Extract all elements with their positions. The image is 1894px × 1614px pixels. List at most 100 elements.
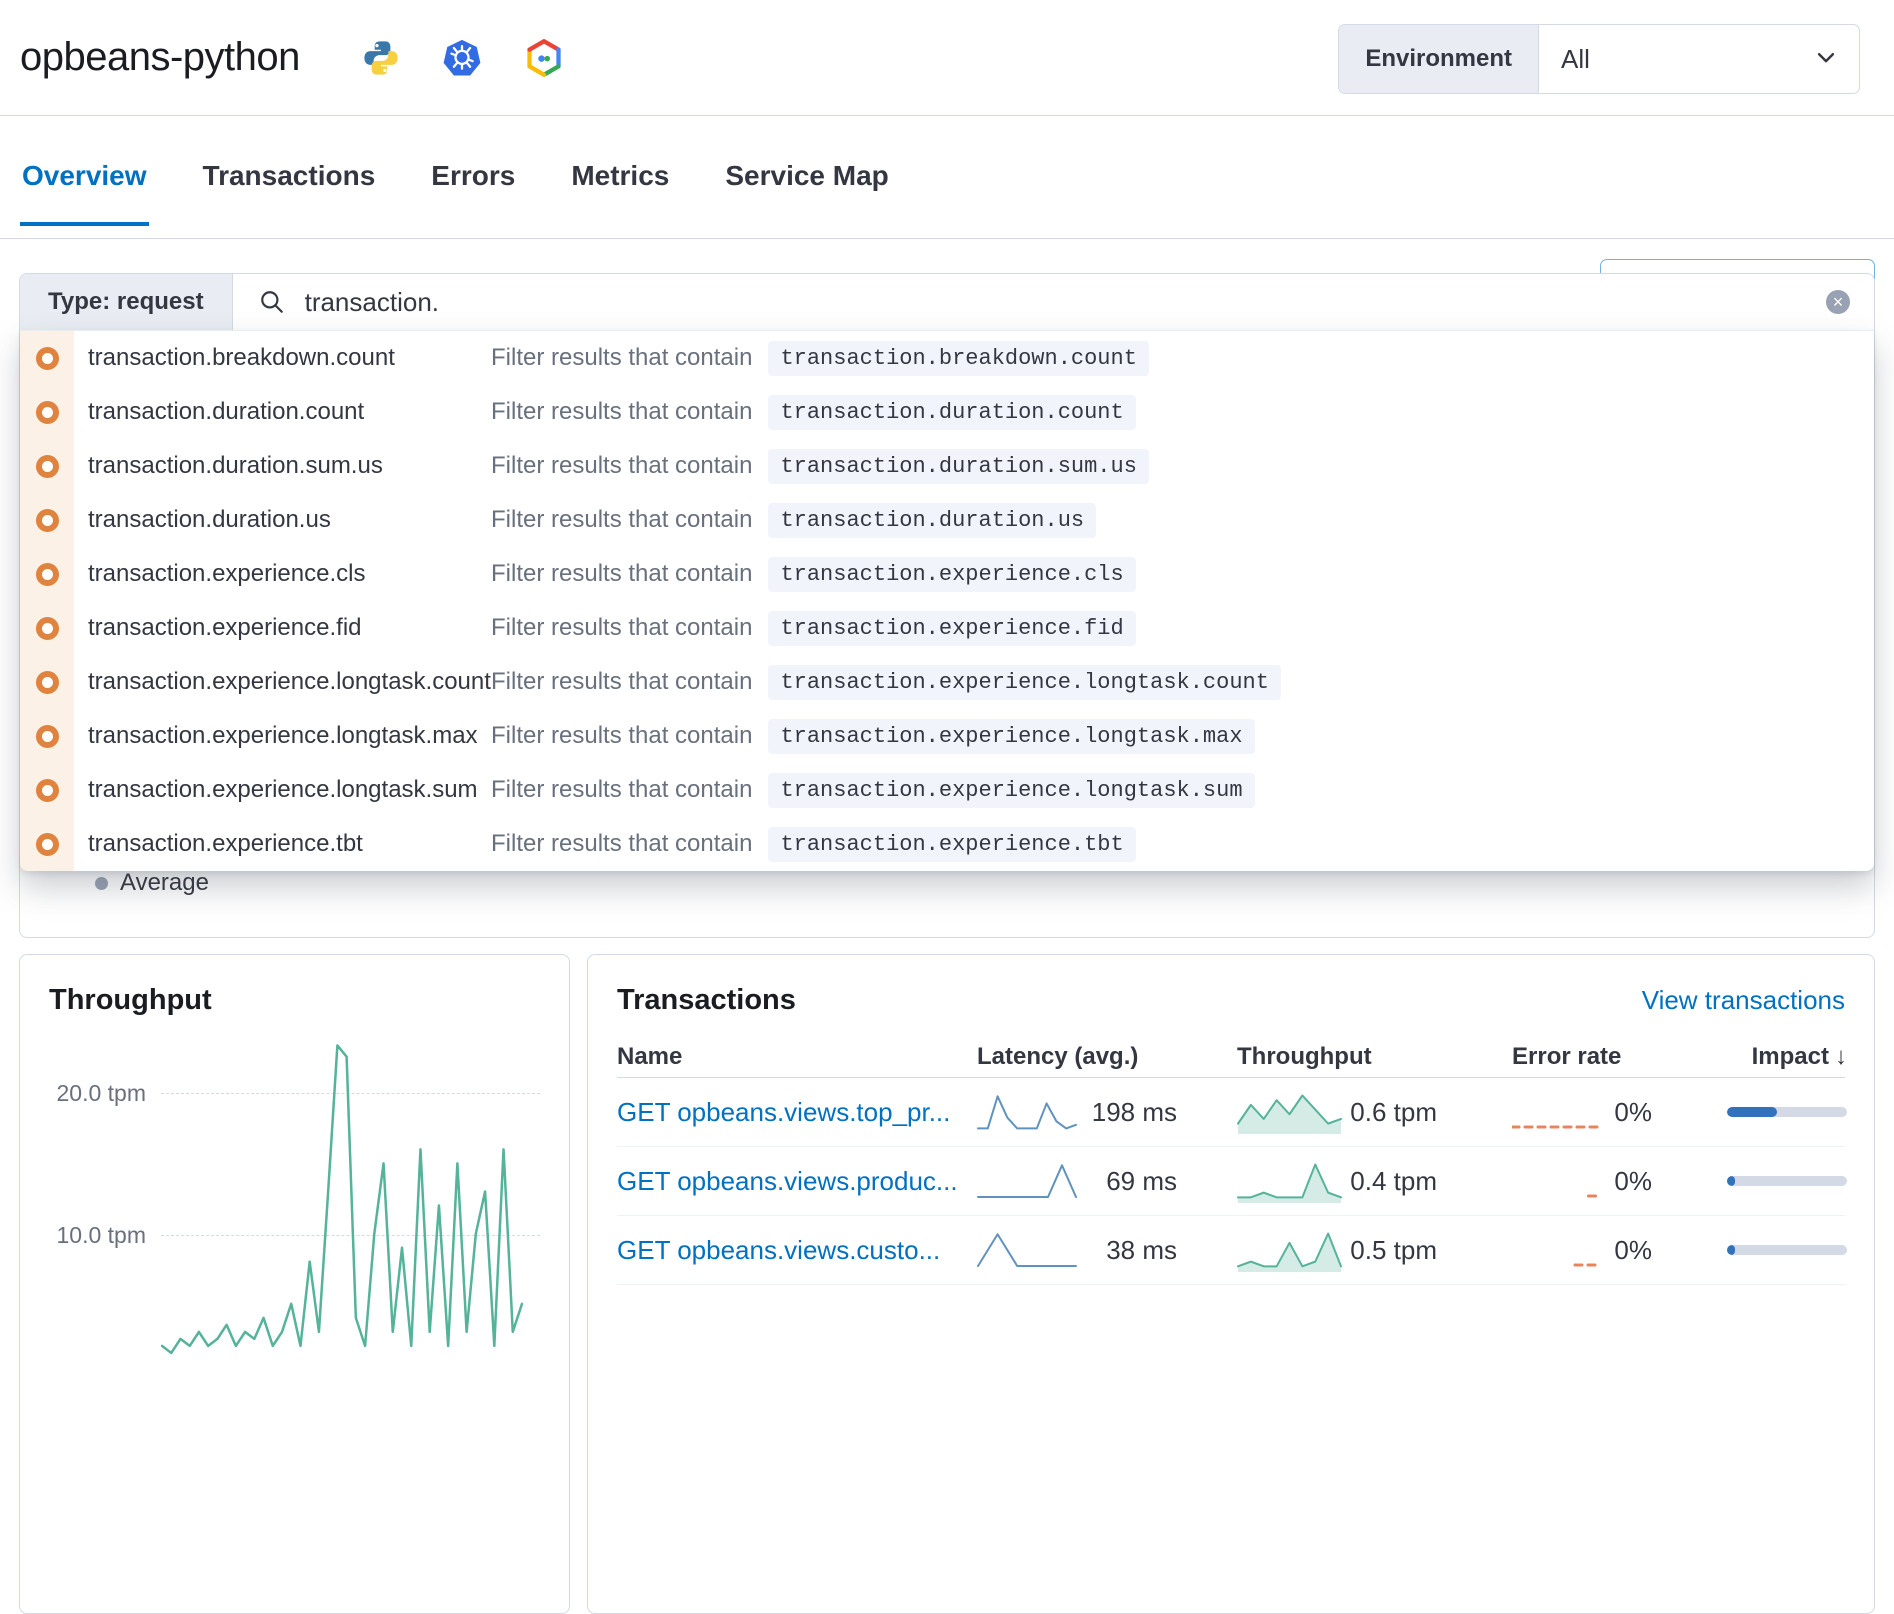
tab-metrics[interactable]: Metrics bbox=[569, 116, 671, 226]
suggestion-code: transaction.experience.cls bbox=[768, 557, 1135, 592]
suggestion-description: Filter results that contain bbox=[491, 398, 752, 426]
field-icon bbox=[20, 493, 74, 547]
suggestion-field: transaction.experience.cls bbox=[88, 560, 491, 588]
chart-legend-average[interactable]: Average bbox=[95, 869, 209, 897]
col-impact[interactable]: Impact ↓ bbox=[1727, 1043, 1847, 1071]
field-icon bbox=[20, 655, 74, 709]
tab-overview[interactable]: Overview bbox=[20, 116, 149, 226]
field-icon bbox=[20, 547, 74, 601]
suggestion-field: transaction.duration.count bbox=[88, 398, 491, 426]
suggestion-item[interactable]: transaction.experience.cls Filter result… bbox=[20, 547, 1874, 601]
chevron-down-icon bbox=[1815, 44, 1837, 75]
throughput-chart bbox=[161, 1028, 523, 1376]
suggestion-description: Filter results that contain bbox=[491, 344, 752, 372]
field-icon bbox=[20, 439, 74, 493]
suggestion-code: transaction.experience.fid bbox=[768, 611, 1135, 646]
suggestion-field: transaction.experience.longtask.count bbox=[88, 668, 491, 696]
search-input[interactable] bbox=[303, 286, 1826, 319]
throughput-sparkline bbox=[1237, 1089, 1342, 1135]
clear-search-icon[interactable]: × bbox=[1826, 290, 1850, 314]
suggestion-description: Filter results that contain bbox=[491, 722, 752, 750]
table-row: GET opbeans.views.custo... 38 ms 0.5 tpm… bbox=[617, 1216, 1845, 1285]
suggestion-code: transaction.experience.longtask.count bbox=[768, 665, 1280, 700]
tab-errors[interactable]: Errors bbox=[429, 116, 517, 226]
transaction-link[interactable]: GET opbeans.views.produc... bbox=[617, 1166, 957, 1197]
sort-descending-icon: ↓ bbox=[1835, 1043, 1847, 1071]
latency-value: 69 ms bbox=[1077, 1166, 1177, 1197]
error-rate-value: 0% bbox=[1602, 1166, 1652, 1197]
field-icon bbox=[20, 709, 74, 763]
suggestion-field: transaction.experience.longtask.sum bbox=[88, 776, 491, 804]
suggestion-description: Filter results that contain bbox=[491, 560, 752, 588]
col-throughput[interactable]: Throughput bbox=[1237, 1043, 1437, 1071]
legend-dot-icon bbox=[95, 877, 108, 890]
suggestion-field: transaction.experience.longtask.max bbox=[88, 722, 491, 750]
error-rate-sparkline bbox=[1512, 1094, 1602, 1130]
latency-value: 198 ms bbox=[1077, 1097, 1177, 1128]
col-name[interactable]: Name bbox=[617, 1043, 957, 1071]
throughput-title: Throughput bbox=[49, 984, 540, 1017]
chart-panel: Type: request × transaction.breakdown.co… bbox=[19, 273, 1875, 938]
suggestion-item[interactable]: transaction.experience.tbt Filter result… bbox=[20, 817, 1874, 871]
impact-bar bbox=[1727, 1245, 1847, 1255]
google-cloud-icon bbox=[524, 38, 564, 78]
suggestion-description: Filter results that contain bbox=[491, 506, 752, 534]
impact-bar bbox=[1727, 1176, 1847, 1186]
suggestion-item[interactable]: transaction.experience.longtask.sum Filt… bbox=[20, 763, 1874, 817]
error-rate-value: 0% bbox=[1602, 1097, 1652, 1128]
suggestion-field: transaction.breakdown.count bbox=[88, 344, 491, 372]
environment-value: All bbox=[1561, 44, 1590, 75]
suggestion-code: transaction.duration.count bbox=[768, 395, 1135, 430]
transaction-link[interactable]: GET opbeans.views.custo... bbox=[617, 1235, 957, 1266]
col-latency[interactable]: Latency (avg.) bbox=[977, 1043, 1177, 1071]
tab-service-map[interactable]: Service Map bbox=[723, 116, 890, 226]
error-rate-sparkline bbox=[1512, 1163, 1602, 1199]
suggestion-item[interactable]: transaction.duration.count Filter result… bbox=[20, 385, 1874, 439]
col-error-rate[interactable]: Error rate bbox=[1512, 1043, 1652, 1071]
suggestion-item[interactable]: transaction.duration.us Filter results t… bbox=[20, 493, 1874, 547]
error-rate-value: 0% bbox=[1602, 1235, 1652, 1266]
service-title: opbeans-python bbox=[20, 35, 300, 80]
error-rate-sparkline bbox=[1512, 1232, 1602, 1268]
suggestion-description: Filter results that contain bbox=[491, 452, 752, 480]
environment-control: Environment All bbox=[1338, 24, 1860, 94]
latency-sparkline bbox=[977, 1228, 1077, 1272]
impact-bar bbox=[1727, 1107, 1847, 1117]
suggestion-item[interactable]: transaction.experience.longtask.max Filt… bbox=[20, 709, 1874, 763]
suggestion-code: transaction.experience.longtask.sum bbox=[768, 773, 1254, 808]
suggestion-code: transaction.duration.sum.us bbox=[768, 449, 1148, 484]
environment-select[interactable]: All bbox=[1539, 25, 1859, 93]
throughput-sparkline bbox=[1237, 1158, 1342, 1204]
kubernetes-icon bbox=[442, 38, 482, 78]
suggestion-item[interactable]: transaction.experience.longtask.count Fi… bbox=[20, 655, 1874, 709]
suggestion-item[interactable]: transaction.duration.sum.us Filter resul… bbox=[20, 439, 1874, 493]
suggestion-field: transaction.duration.sum.us bbox=[88, 452, 491, 480]
environment-label: Environment bbox=[1339, 25, 1539, 93]
overview-cards: Throughput 20.0 tpm 10.0 tpm Transaction… bbox=[19, 954, 1875, 1614]
field-icon bbox=[20, 385, 74, 439]
search-icon bbox=[259, 289, 285, 315]
tab-transactions[interactable]: Transactions bbox=[201, 116, 378, 226]
field-icon bbox=[20, 763, 74, 817]
service-badges bbox=[362, 38, 564, 78]
transactions-title: Transactions bbox=[617, 984, 796, 1017]
field-icon bbox=[20, 331, 74, 385]
throughput-value: 0.4 tpm bbox=[1342, 1166, 1437, 1197]
suggestion-code: transaction.breakdown.count bbox=[768, 341, 1148, 376]
transaction-link[interactable]: GET opbeans.views.top_pr... bbox=[617, 1097, 957, 1128]
throughput-value: 0.6 tpm bbox=[1342, 1097, 1437, 1128]
throughput-chart-area: 20.0 tpm 10.0 tpm bbox=[49, 1028, 540, 1376]
field-icon bbox=[20, 601, 74, 655]
service-tabs: Overview Transactions Errors Metrics Ser… bbox=[0, 116, 1894, 239]
view-transactions-link[interactable]: View transactions bbox=[1642, 985, 1845, 1016]
suggestion-field: transaction.duration.us bbox=[88, 506, 491, 534]
transactions-card: Transactions View transactions Name Late… bbox=[587, 954, 1875, 1614]
type-filter-pill[interactable]: Type: request bbox=[20, 274, 233, 330]
suggestion-description: Filter results that contain bbox=[491, 614, 752, 642]
y-tick-10tpm: 10.0 tpm bbox=[49, 1222, 146, 1249]
suggestion-item[interactable]: transaction.breakdown.count Filter resul… bbox=[20, 331, 1874, 385]
field-icon bbox=[20, 817, 74, 871]
autocomplete-panel: transaction.breakdown.count Filter resul… bbox=[20, 330, 1874, 871]
suggestion-item[interactable]: transaction.experience.fid Filter result… bbox=[20, 601, 1874, 655]
table-row: GET opbeans.views.top_pr... 198 ms 0.6 t… bbox=[617, 1078, 1845, 1147]
